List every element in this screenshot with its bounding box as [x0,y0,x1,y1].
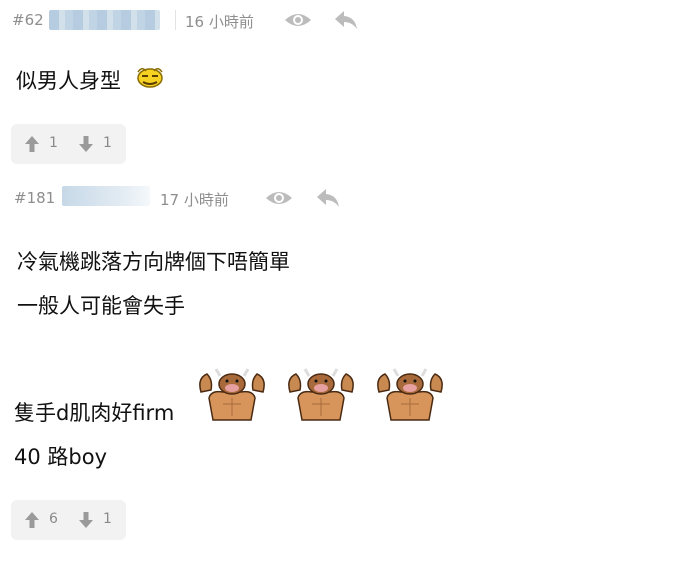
divider [175,10,176,30]
vote-box: 1 1 [11,124,126,164]
upvote-count: 6 [49,511,58,527]
downvote-count: 1 [103,511,112,527]
downvote-icon[interactable] [79,136,93,152]
upvote-icon[interactable] [25,136,39,152]
downvote-count: 1 [103,135,112,151]
muscle-bull-emoji [288,368,354,421]
comment-line: 冷氣機跳落方向牌個下唔簡單 [17,250,290,274]
vote-box: 6 1 [11,500,126,540]
timestamp: 17 小時前 [160,191,229,209]
upvote-count: 1 [49,135,58,151]
timestamp: 16 小時前 [185,13,254,31]
muscle-bull-emoji [199,368,265,421]
downvote-icon[interactable] [79,512,93,528]
comment-number: #62 [12,11,44,29]
reply-icon[interactable] [333,9,359,31]
sweating-face-emoji [137,68,163,88]
muscle-bull-emoji [377,368,443,421]
comment-body: 似男人身型 [16,69,121,93]
upvote-icon[interactable] [25,512,39,528]
comment-line: 40 路boy [14,445,108,469]
comment-line: 隻手d肌肉好firm [14,401,175,425]
eye-icon[interactable] [264,188,294,208]
comment-line: 似男人身型 [16,69,121,93]
comment-line: 一般人可能會失手 [17,294,185,318]
eye-icon[interactable] [283,10,313,30]
username-blurred[interactable] [62,186,150,206]
username-blurred[interactable] [49,10,160,30]
reply-icon[interactable] [315,187,341,209]
comment-number: #181 [14,189,56,207]
